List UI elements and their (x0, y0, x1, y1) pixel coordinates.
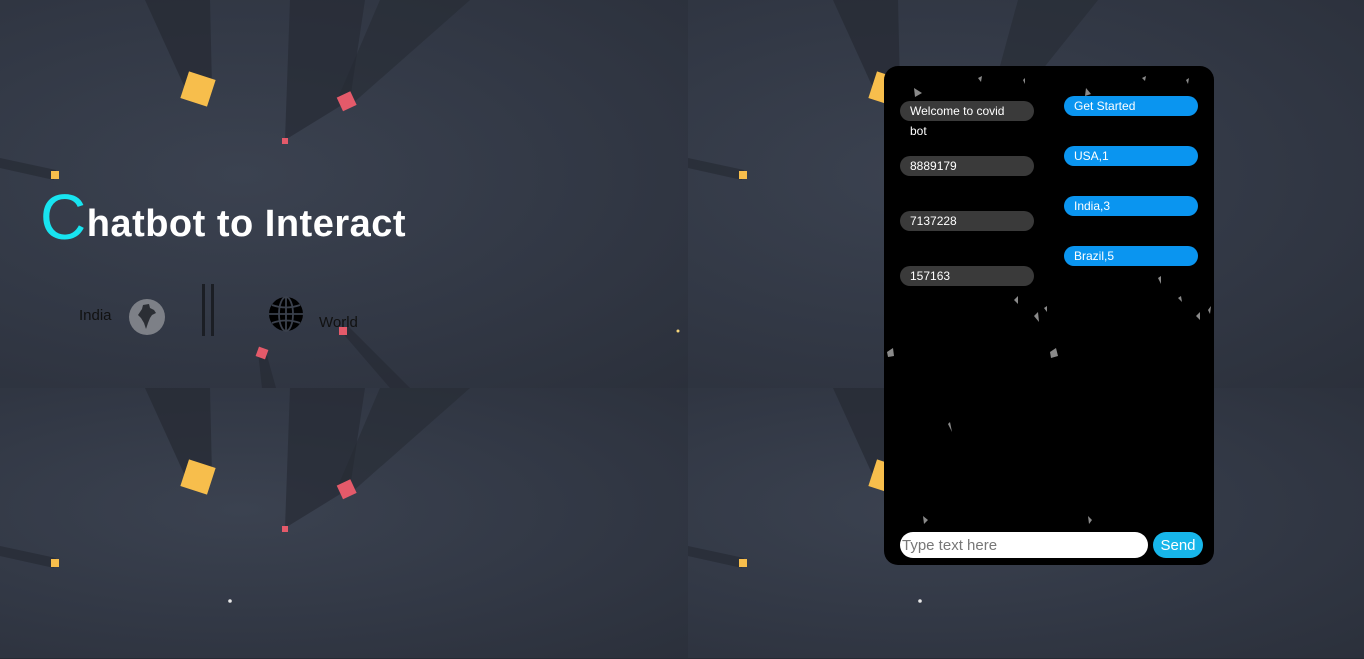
title-first-letter: C (40, 181, 87, 253)
user-message[interactable]: India,3 (1064, 196, 1198, 216)
nav-divider (202, 284, 214, 336)
bot-message: Welcome to covid bot (900, 101, 1034, 138)
background-tile-bottom-left (0, 388, 689, 659)
bot-message: 157163 (900, 266, 1034, 286)
user-message[interactable]: Brazil,5 (1064, 246, 1198, 266)
globe-glyph (269, 296, 303, 332)
title-text: hatbot to Interact (86, 203, 407, 245)
india-map-glyph (138, 304, 156, 329)
send-button[interactable]: Send (1153, 532, 1203, 558)
user-message[interactable]: Get Started (1064, 96, 1198, 116)
background-shapes (0, 388, 470, 603)
globe-icon[interactable] (268, 296, 304, 332)
bot-message: 7137228 (900, 211, 1034, 231)
page-title: Chatbot to Interact (40, 180, 406, 254)
india-map-icon[interactable] (129, 299, 165, 335)
world-label: World (319, 314, 358, 331)
chat-window: Welcome to covid bot 8889179 7137228 157… (884, 66, 1214, 565)
india-label: India (79, 307, 112, 324)
bot-message: 8889179 (900, 156, 1034, 176)
user-message[interactable]: USA,1 (1064, 146, 1198, 166)
chat-text-input[interactable] (900, 532, 1148, 558)
chat-particles (887, 76, 1211, 524)
